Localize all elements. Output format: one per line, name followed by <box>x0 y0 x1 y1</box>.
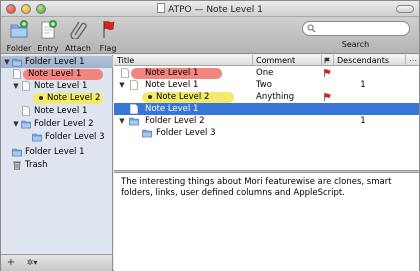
flag-icon <box>103 21 115 38</box>
sidebar-item-label: Trash <box>25 160 48 170</box>
sidebar-item-folder-level-3[interactable]: Folder Level 3 <box>1 131 113 143</box>
new-entry-button[interactable]: Entry <box>32 19 64 54</box>
window-title: ATPO — Note Level 1 <box>168 5 263 15</box>
disclosure-open-icon[interactable]: ▼ <box>118 79 126 91</box>
toolbar-item-label: Folder <box>6 44 32 53</box>
note-icon <box>22 106 30 116</box>
column-header-comment[interactable]: Comment <box>253 55 322 66</box>
folder-add-icon <box>10 20 28 38</box>
table-row-selected[interactable]: Note Level 1 <box>114 103 419 115</box>
window-title-area: ATPO — Note Level 1 <box>1 3 419 15</box>
title-bar: ATPO — Note Level 1 <box>1 1 419 17</box>
column-options-button[interactable]: ⋯ <box>406 55 419 66</box>
toolbar-item-label: Entry <box>37 44 59 53</box>
cell-title[interactable]: Note Level 1 <box>145 103 198 115</box>
note-text-area[interactable]: The interesting things about Mori featur… <box>114 173 419 271</box>
sidebar-item-label: Folder Level 1 <box>25 147 85 157</box>
toolbar-toggle-button[interactable] <box>396 5 414 13</box>
sidebar-item-note-level-1[interactable]: Note Level 1 <box>1 105 113 117</box>
sidebar-item-note-level-1[interactable]: Note Level 1 <box>1 68 113 80</box>
document-icon <box>157 3 166 13</box>
search-field[interactable] <box>301 21 410 36</box>
sidebar-item-label: Note Level 1 <box>28 69 82 79</box>
search-label: Search <box>341 40 370 49</box>
cell-descendants: 1 <box>360 80 366 90</box>
outline-view: Title Comment Descendants ⋯ Note Level 1… <box>114 55 419 170</box>
folder-icon <box>21 120 31 129</box>
folder-icon <box>142 129 152 138</box>
entry-add-icon <box>41 20 57 39</box>
sidebar-item-label: Note Level 1 <box>34 106 88 116</box>
folder-icon <box>32 133 42 142</box>
note-icon <box>130 80 138 90</box>
disclosure-open-icon[interactable]: ▼ <box>3 56 11 68</box>
folder-icon <box>12 148 22 157</box>
table-row[interactable]: ▼ Folder Level 2 1 <box>114 115 419 127</box>
attach-button[interactable]: Attach <box>62 19 94 54</box>
sidebar-item-label: Folder Level 3 <box>45 132 105 142</box>
column-header-flag[interactable] <box>322 55 334 66</box>
flag-icon[interactable] <box>323 93 331 101</box>
bullet-icon <box>148 95 152 99</box>
sidebar-item-label: Note Level 2 <box>47 93 101 103</box>
app-window: ATPO — Note Level 1 Folder Entry Attach … <box>0 0 420 271</box>
flag-column-icon <box>324 57 330 64</box>
new-folder-button[interactable]: Folder <box>3 19 35 54</box>
cell-title[interactable]: Note Level 1 <box>145 79 198 91</box>
search-control: Search <box>298 20 413 49</box>
table-row[interactable]: Note Level 2 Anything <box>114 91 419 103</box>
table-row[interactable]: Note Level 1 One <box>114 67 419 79</box>
cell-descendants: 1 <box>360 116 366 126</box>
column-header-title[interactable]: Title <box>114 55 253 66</box>
sidebar: ▼ Folder Level 1 Note Level 1 ▼ Note Lev… <box>1 55 113 254</box>
flag-icon[interactable] <box>323 69 331 77</box>
sidebar-item-note-level-1[interactable]: ▼ Note Level 1 <box>1 80 113 92</box>
bullet-icon <box>39 96 43 100</box>
cell-title[interactable]: Note Level 2 <box>156 91 209 103</box>
table-row[interactable]: ▼ Note Level 1 Two 1 <box>114 79 419 91</box>
disclosure-open-icon[interactable]: ▼ <box>12 118 20 130</box>
search-input[interactable] <box>316 23 405 34</box>
sidebar-item-label: Folder Level 2 <box>34 119 94 129</box>
search-icon <box>307 24 315 33</box>
toolbar: Folder Entry Attach Flag Search <box>1 17 419 54</box>
cell-title[interactable]: Folder Level 2 <box>145 115 205 127</box>
cell-title[interactable]: Note Level 1 <box>145 67 198 79</box>
cell-comment[interactable]: Two <box>256 79 272 91</box>
sidebar-item-label: Note Level 1 <box>34 81 88 91</box>
note-icon <box>22 81 30 91</box>
note-icon <box>13 69 21 79</box>
sidebar-item-folder-level-2[interactable]: ▼ Folder Level 2 <box>1 118 113 130</box>
toolbar-item-label: Flag <box>99 44 117 53</box>
note-text[interactable]: The interesting things about Mori featur… <box>121 177 411 199</box>
cell-title[interactable]: Folder Level 3 <box>156 127 216 139</box>
trash-icon <box>13 161 21 170</box>
note-icon <box>121 68 129 78</box>
action-menu-button[interactable]: ✲▾ <box>21 256 43 270</box>
column-header-descendants[interactable]: Descendants <box>334 55 406 66</box>
outline-header: Title Comment Descendants ⋯ <box>114 55 419 66</box>
add-button[interactable]: + <box>4 256 18 270</box>
cell-comment[interactable]: Anything <box>256 91 294 103</box>
table-row[interactable]: Folder Level 3 <box>114 127 419 139</box>
sidebar-item-folder-level-1[interactable]: ▼ Folder Level 1 <box>1 56 113 68</box>
paperclip-icon <box>70 21 87 40</box>
folder-icon <box>129 117 139 126</box>
sidebar-item-note-level-2[interactable]: Note Level 2 <box>1 92 113 104</box>
sidebar-item-trash[interactable]: Trash <box>1 159 113 171</box>
sidebar-item-label: Folder Level 1 <box>25 57 85 67</box>
flag-button[interactable]: Flag <box>92 19 124 54</box>
folder-icon <box>12 58 22 67</box>
toolbar-item-label: Attach <box>65 44 91 53</box>
disclosure-open-icon[interactable]: ▼ <box>118 115 126 127</box>
cell-comment[interactable]: One <box>256 67 273 79</box>
sidebar-item-folder-level-1[interactable]: Folder Level 1 <box>1 146 113 158</box>
note-icon <box>130 104 138 114</box>
disclosure-open-icon[interactable]: ▼ <box>12 80 20 92</box>
sidebar-bottom-bar: + ✲▾ <box>1 254 113 271</box>
